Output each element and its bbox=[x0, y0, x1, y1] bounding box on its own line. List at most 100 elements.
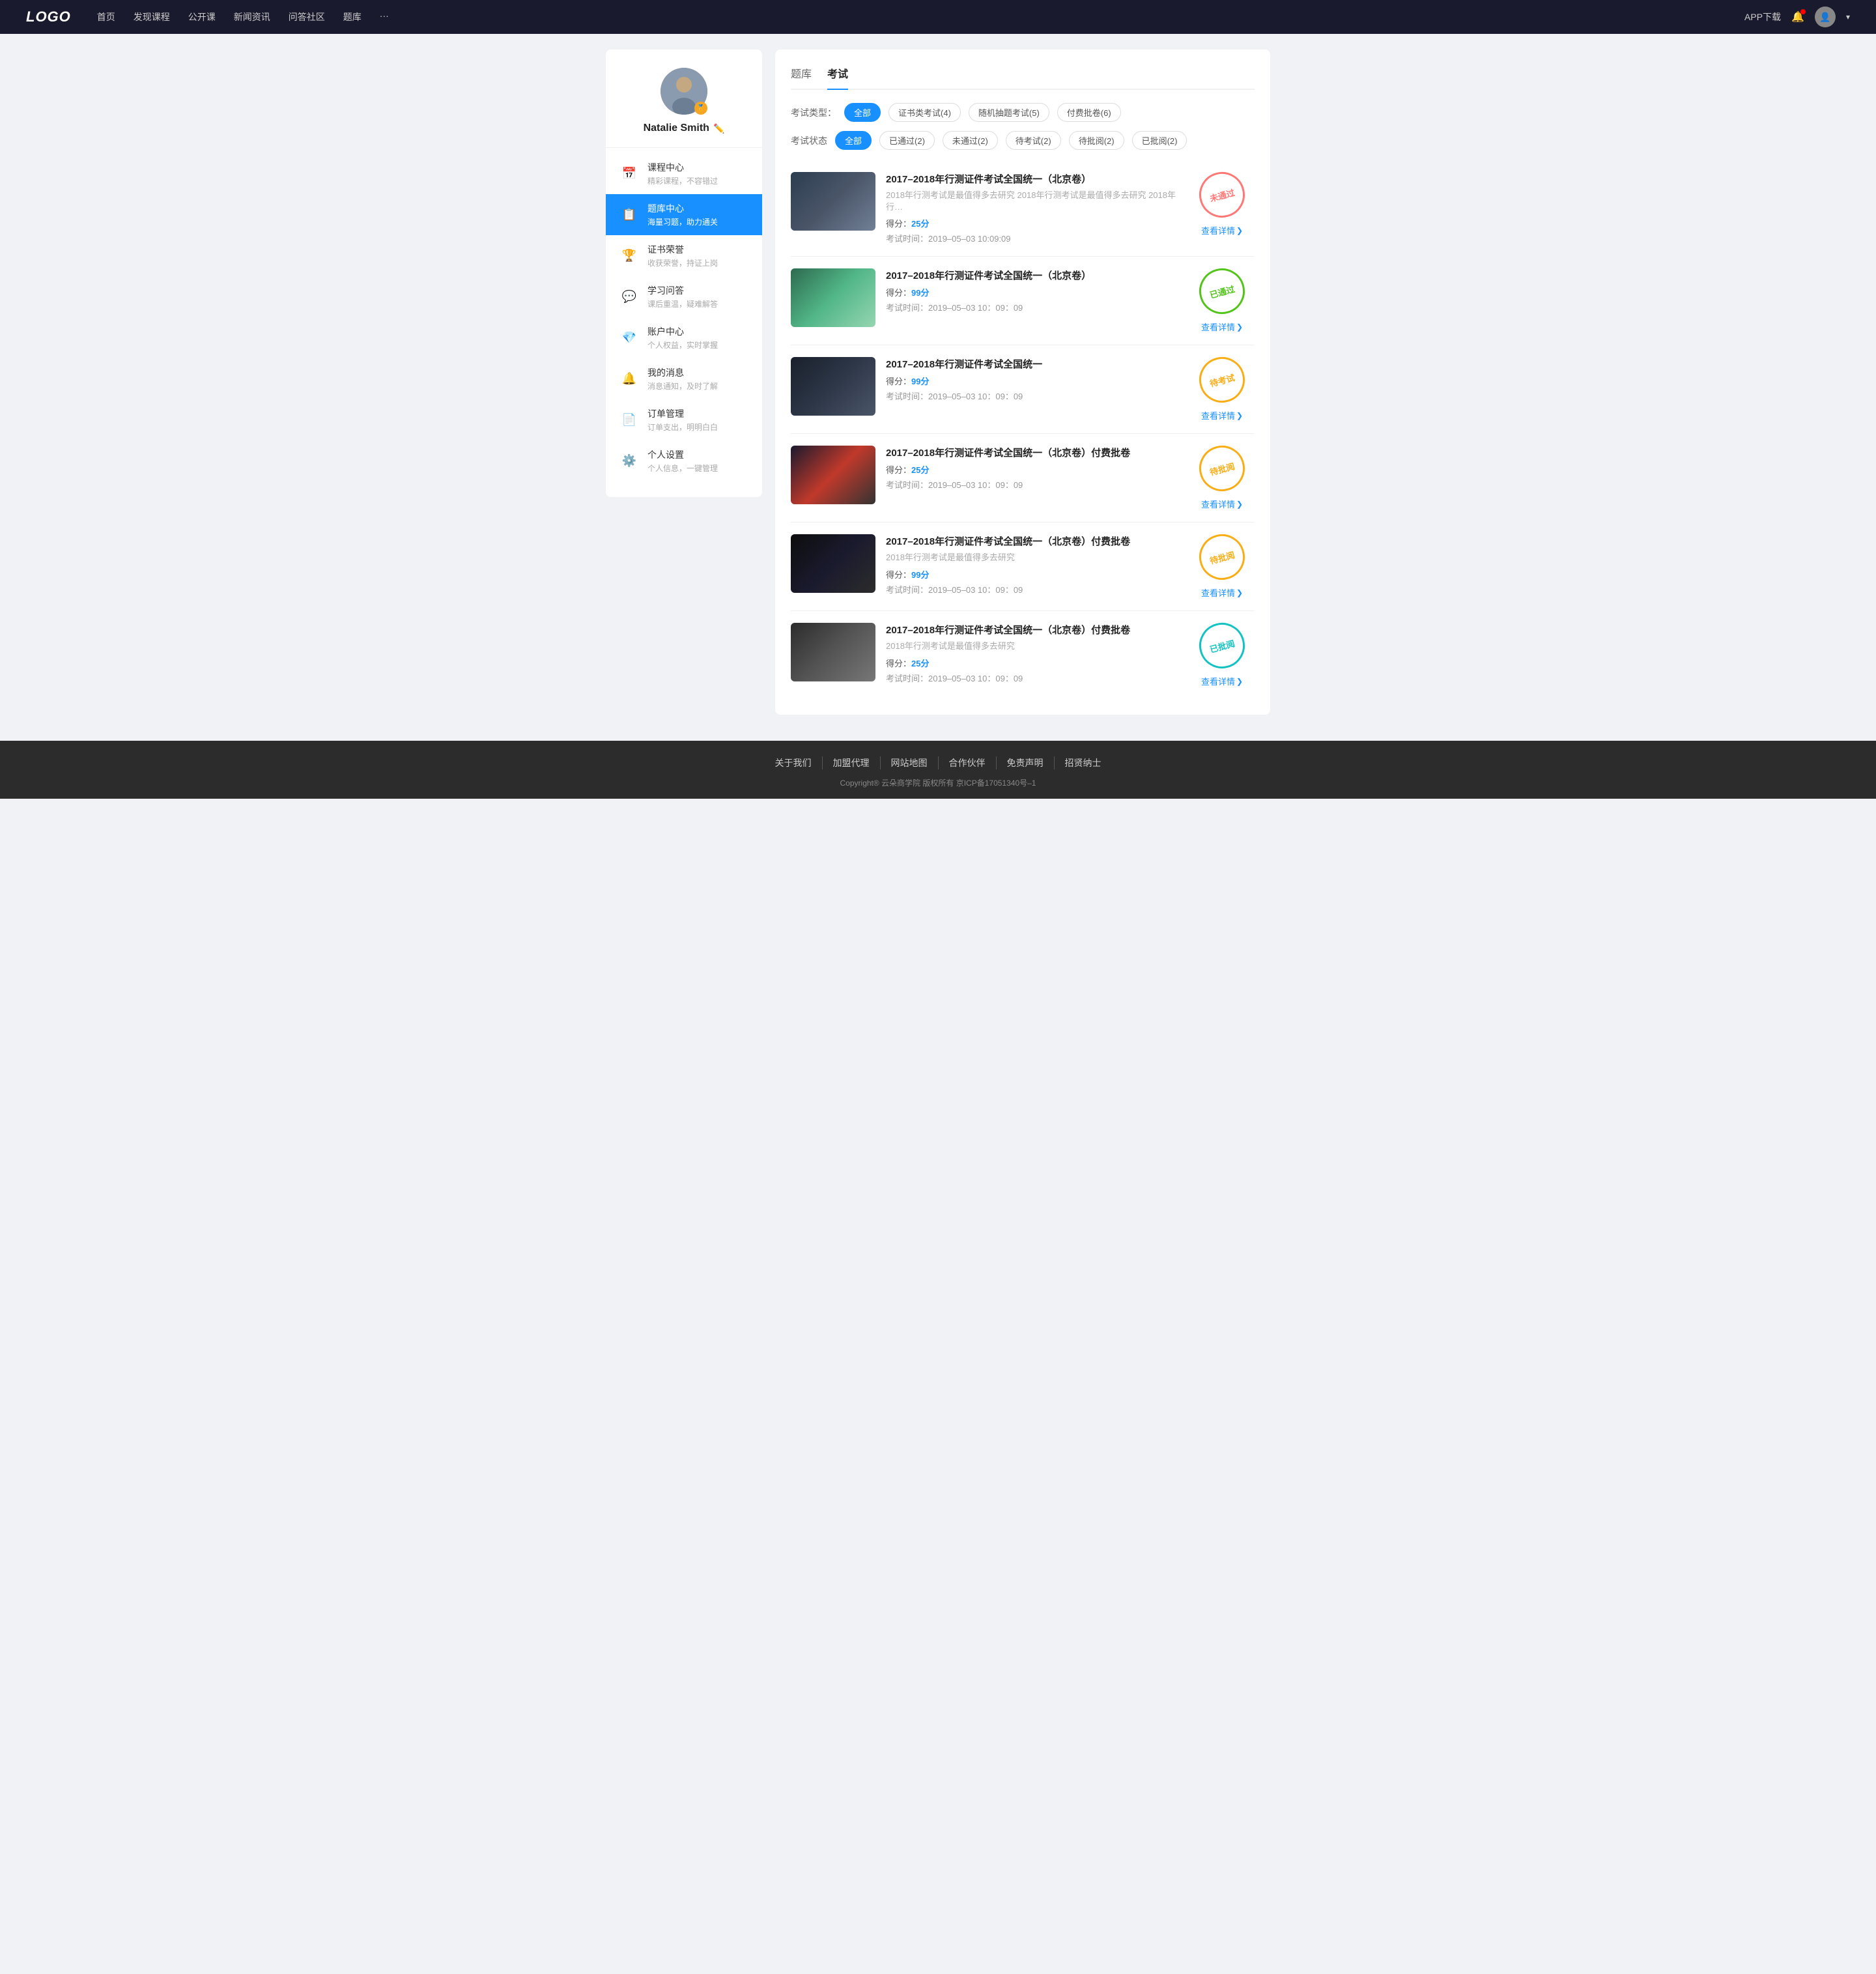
status-filter-btn[interactable]: 待批阅(2) bbox=[1069, 131, 1124, 150]
exam-item: 2017–2018年行测证件考试全国统一（北京卷） 得分：99分 考试时间：20… bbox=[791, 257, 1255, 345]
exam-item: 2017–2018年行测证件考试全国统一（北京卷）付费批卷 2018年行测考试是… bbox=[791, 522, 1255, 611]
chevron-down-icon[interactable]: ▾ bbox=[1846, 12, 1850, 21]
exam-stamp: 已通过 bbox=[1194, 264, 1250, 320]
nav-item[interactable]: ··· bbox=[380, 10, 389, 23]
nav-item[interactable]: 发现课程 bbox=[134, 10, 170, 23]
exam-right: 已批阅 查看详情❯ bbox=[1189, 623, 1255, 687]
exam-stamp: 待考试 bbox=[1194, 352, 1250, 408]
exam-time: 考试时间：2019–05–03 10：09：09 bbox=[886, 390, 1179, 402]
exam-time: 考试时间：2019–05–03 10：09：09 bbox=[886, 478, 1179, 491]
sidebar-title-4: 账户中心 bbox=[647, 325, 718, 338]
nav-item[interactable]: 新闻资讯 bbox=[234, 10, 270, 23]
type-filter-btn[interactable]: 付费批卷(6) bbox=[1057, 103, 1121, 122]
status-filter-btn[interactable]: 已通过(2) bbox=[879, 131, 935, 150]
arrow-right-icon: ❯ bbox=[1236, 322, 1243, 332]
view-detail-link[interactable]: 查看详情❯ bbox=[1201, 409, 1243, 422]
exam-time: 考试时间：2019–05–03 10:09:09 bbox=[886, 232, 1179, 244]
footer-link[interactable]: 加盟代理 bbox=[823, 756, 881, 769]
exam-title: 2017–2018年行测证件考试全国统一（北京卷）付费批卷 bbox=[886, 623, 1179, 637]
exam-score-value: 99分 bbox=[911, 570, 929, 580]
nav-item[interactable]: 首页 bbox=[97, 10, 115, 23]
tab-题库[interactable]: 题库 bbox=[791, 65, 812, 90]
main-container: 🏅 Natalie Smith ✏️ 📅 课程中心 精彩课程，不容错过 📋 题库… bbox=[593, 34, 1283, 741]
sidebar-title-1: 题库中心 bbox=[647, 202, 718, 215]
exam-info: 2017–2018年行测证件考试全国统一（北京卷） 得分：99分 考试时间：20… bbox=[886, 268, 1179, 313]
sidebar-subtitle-5: 消息通知，及时了解 bbox=[647, 380, 718, 392]
avatar-wrapper: 🏅 bbox=[661, 68, 707, 115]
header-right: APP下载 🔔 👤 ▾ bbox=[1744, 7, 1850, 27]
exam-score: 得分：25分 bbox=[886, 463, 1179, 476]
arrow-right-icon: ❯ bbox=[1236, 226, 1243, 235]
tab-考试[interactable]: 考试 bbox=[827, 65, 848, 90]
sidebar-item-0[interactable]: 📅 课程中心 精彩课程，不容错过 bbox=[606, 153, 762, 194]
nav-item[interactable]: 问答社区 bbox=[289, 10, 325, 23]
exam-desc: 2018年行测考试是最值得多去研究 bbox=[886, 640, 1179, 652]
notification-bell[interactable]: 🔔 bbox=[1791, 10, 1804, 23]
exam-right: 待批阅 查看详情❯ bbox=[1189, 446, 1255, 510]
sidebar-item-3[interactable]: 💬 学习问答 课后重温，疑难解答 bbox=[606, 276, 762, 317]
exam-right: 待考试 查看详情❯ bbox=[1189, 357, 1255, 422]
exam-right: 已通过 查看详情❯ bbox=[1189, 268, 1255, 333]
sidebar-item-1[interactable]: 📋 题库中心 海量习题，助力通关 bbox=[606, 194, 762, 235]
edit-profile-icon[interactable]: ✏️ bbox=[713, 123, 724, 134]
avatar-badge: 🏅 bbox=[694, 102, 707, 115]
type-filter-btn[interactable]: 证书类考试(4) bbox=[888, 103, 961, 122]
view-detail-link[interactable]: 查看详情❯ bbox=[1201, 224, 1243, 236]
exam-time: 考试时间：2019–05–03 10：09：09 bbox=[886, 301, 1179, 313]
exam-title: 2017–2018年行测证件考试全国统一（北京卷）付费批卷 bbox=[886, 534, 1179, 548]
sidebar-title-7: 个人设置 bbox=[647, 448, 718, 461]
status-filter-btn[interactable]: 已批阅(2) bbox=[1132, 131, 1187, 150]
view-detail-link[interactable]: 查看详情❯ bbox=[1201, 675, 1243, 687]
user-avatar-header[interactable]: 👤 bbox=[1815, 7, 1836, 27]
exam-score-value: 25分 bbox=[911, 219, 929, 229]
exam-title: 2017–2018年行测证件考试全国统一 bbox=[886, 357, 1179, 371]
sidebar-subtitle-2: 收获荣誉，持证上岗 bbox=[647, 257, 718, 268]
exam-thumbnail bbox=[791, 268, 875, 327]
profile-name: Natalie Smith ✏️ bbox=[644, 122, 725, 134]
exam-stamp: 未通过 bbox=[1194, 167, 1250, 223]
footer-link[interactable]: 关于我们 bbox=[765, 756, 823, 769]
sidebar-icon-0: 📅 bbox=[619, 164, 640, 184]
status-filter-btn[interactable]: 待考试(2) bbox=[1006, 131, 1061, 150]
exam-item: 2017–2018年行测证件考试全国统一（北京卷）付费批卷 得分：25分 考试时… bbox=[791, 434, 1255, 522]
exam-item: 2017–2018年行测证件考试全国统一 得分：99分 考试时间：2019–05… bbox=[791, 345, 1255, 434]
exam-score: 得分：99分 bbox=[886, 375, 1179, 387]
status-filter-btn[interactable]: 未通过(2) bbox=[943, 131, 998, 150]
type-filter-btn[interactable]: 全部 bbox=[844, 103, 881, 122]
sidebar-menu: 📅 课程中心 精彩课程，不容错过 📋 题库中心 海量习题，助力通关 🏆 证书荣誉… bbox=[606, 148, 762, 487]
exam-score: 得分：99分 bbox=[886, 286, 1179, 298]
sidebar-icon-3: 💬 bbox=[619, 287, 640, 308]
footer-link[interactable]: 网站地图 bbox=[881, 756, 939, 769]
sidebar-icon-7: ⚙️ bbox=[619, 451, 640, 472]
app-download-link[interactable]: APP下载 bbox=[1744, 10, 1781, 23]
sidebar-subtitle-6: 订单支出，明明白白 bbox=[647, 422, 718, 433]
type-filter-row: 考试类型： 全部证书类考试(4) 随机抽题考试(5) 付费批卷(6) bbox=[791, 103, 1255, 122]
sidebar-icon-4: 💎 bbox=[619, 328, 640, 349]
view-detail-link[interactable]: 查看详情❯ bbox=[1201, 586, 1243, 599]
view-detail-link[interactable]: 查看详情❯ bbox=[1201, 321, 1243, 333]
content-area: 题库考试 考试类型： 全部证书类考试(4) 随机抽题考试(5) 付费批卷(6) 考试… bbox=[775, 50, 1270, 715]
sidebar-item-6[interactable]: 📄 订单管理 订单支出，明明白白 bbox=[606, 399, 762, 440]
footer-link[interactable]: 合作伙伴 bbox=[939, 756, 997, 769]
status-filter-row: 考试状态 全部已通过(2)未通过(2)待考试(2)待批阅(2)已批阅(2) bbox=[791, 131, 1255, 150]
nav-item[interactable]: 公开课 bbox=[188, 10, 216, 23]
exam-thumbnail bbox=[791, 172, 875, 231]
sidebar-subtitle-7: 个人信息，一键管理 bbox=[647, 463, 718, 474]
sidebar-item-4[interactable]: 💎 账户中心 个人权益，实时掌握 bbox=[606, 317, 762, 358]
status-filter-btn[interactable]: 全部 bbox=[835, 131, 872, 150]
type-filter-label: 考试类型： bbox=[791, 106, 836, 119]
view-detail-link[interactable]: 查看详情❯ bbox=[1201, 498, 1243, 510]
footer-link[interactable]: 招贤纳士 bbox=[1055, 756, 1112, 769]
exam-desc: 2018年行测考试是最值得多去研究 2018年行测考试是最值得多去研究 2018… bbox=[886, 190, 1179, 213]
footer-link[interactable]: 免责声明 bbox=[997, 756, 1055, 769]
sidebar-item-5[interactable]: 🔔 我的消息 消息通知，及时了解 bbox=[606, 358, 762, 399]
sidebar-title-2: 证书荣誉 bbox=[647, 243, 718, 256]
sidebar-item-7[interactable]: ⚙️ 个人设置 个人信息，一键管理 bbox=[606, 440, 762, 481]
exam-score: 得分：25分 bbox=[886, 217, 1179, 229]
main-nav: 首页 发现课程 公开课 新闻资讯 问答社区 题库 ··· bbox=[97, 10, 1744, 23]
nav-item[interactable]: 题库 bbox=[343, 10, 362, 23]
logo: LOGO bbox=[26, 8, 71, 25]
exam-right: 待批阅 查看详情❯ bbox=[1189, 534, 1255, 599]
type-filter-btn[interactable]: 随机抽题考试(5) bbox=[969, 103, 1049, 122]
sidebar-item-2[interactable]: 🏆 证书荣誉 收获荣誉，持证上岗 bbox=[606, 235, 762, 276]
